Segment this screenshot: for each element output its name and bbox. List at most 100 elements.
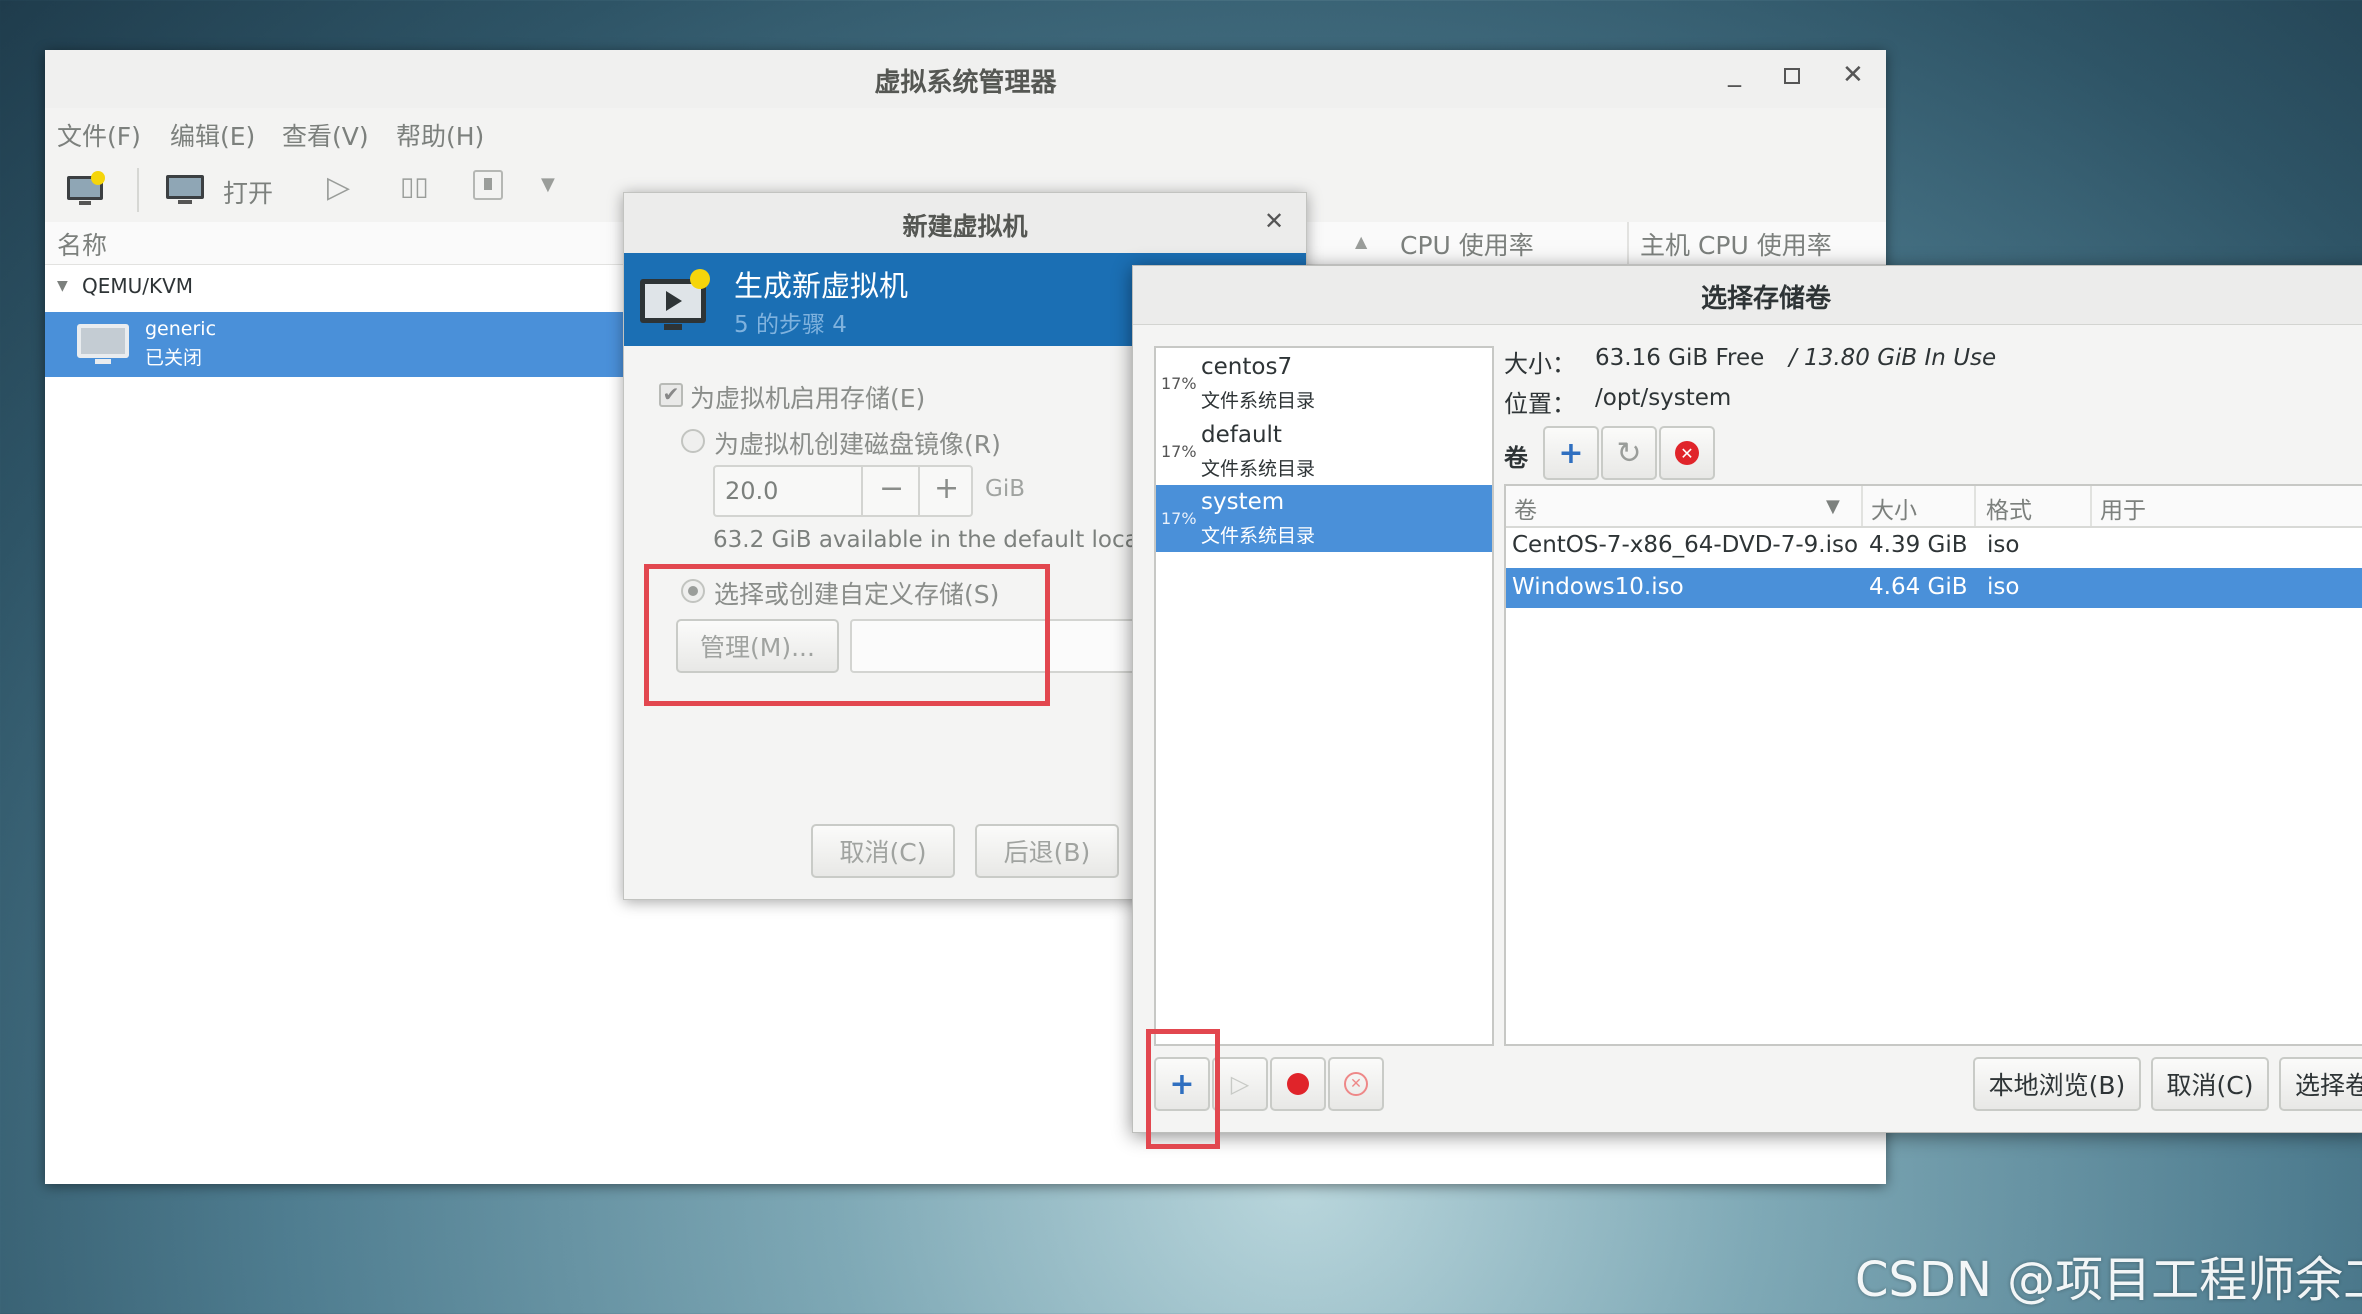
add-volume-button[interactable]: + bbox=[1543, 426, 1599, 480]
window-title: 虚拟系统管理器 bbox=[874, 68, 1057, 98]
plus-icon: + bbox=[1558, 435, 1584, 471]
disk-size-spinner: 20.0 − + bbox=[713, 465, 973, 517]
vm-monitor-icon bbox=[75, 322, 131, 372]
volume-size: 4.39 GiB bbox=[1869, 532, 1968, 558]
enable-storage-checkbox[interactable]: ✔ bbox=[659, 383, 683, 407]
decrement-icon[interactable]: − bbox=[879, 471, 904, 506]
refresh-icon: ↻ bbox=[1616, 435, 1642, 471]
play-icon: ▷ bbox=[1230, 1070, 1250, 1098]
create-disk-radio[interactable] bbox=[681, 429, 705, 453]
title-bar: 虚拟系统管理器 _ ✕ bbox=[45, 50, 1886, 109]
chevron-down-icon: ▼ bbox=[1826, 496, 1840, 517]
delete-pool-button[interactable]: ✕ bbox=[1328, 1057, 1384, 1111]
size-inuse: / 13.80 GiB In Use bbox=[1789, 345, 1997, 371]
vm-name: generic bbox=[145, 318, 217, 340]
column-size[interactable]: 大小 bbox=[1871, 491, 1917, 525]
chevron-down-icon[interactable]: ▼ bbox=[541, 174, 555, 195]
column-volume[interactable]: 卷 bbox=[1514, 491, 1537, 525]
expander-icon[interactable]: ▼ bbox=[57, 278, 68, 294]
pool-name: default bbox=[1201, 422, 1282, 448]
size-free: 63.16 GiB Free bbox=[1595, 345, 1765, 371]
pool-item-system[interactable]: 17% system 文件系统目录 bbox=[1156, 485, 1492, 552]
volume-format: iso bbox=[1987, 532, 2020, 558]
cancel-button[interactable]: 取消(C) bbox=[2151, 1057, 2269, 1111]
volume-table-header: 卷 ▼ 大小 格式 用于 bbox=[1506, 486, 2362, 528]
vm-row[interactable]: generic 已关闭 bbox=[45, 312, 625, 377]
browse-local-button[interactable]: 本地浏览(B) bbox=[1973, 1057, 2141, 1111]
dialog-title: 新建虚拟机 bbox=[902, 212, 1028, 241]
volume-format: iso bbox=[1987, 574, 2020, 600]
delete-icon: ✕ bbox=[1675, 441, 1699, 465]
volume-name: Windows10.iso bbox=[1512, 574, 1684, 600]
pool-name: centos7 bbox=[1201, 354, 1293, 380]
record-stop-icon bbox=[1287, 1073, 1309, 1095]
table-row[interactable]: CentOS-7-x86_64-DVD-7-9.iso 4.39 GiB iso bbox=[1506, 526, 2362, 566]
disk-unit: GiB bbox=[985, 476, 1025, 502]
delete-icon: ✕ bbox=[1344, 1072, 1368, 1096]
pool-usage: 17% bbox=[1161, 374, 1197, 393]
watermark: CSDN @项目工程师余工 bbox=[1855, 1252, 2362, 1308]
new-vm-icon[interactable] bbox=[65, 170, 105, 206]
choose-storage-dialog: 选择存储卷 17% centos7 文件系统目录 17% default 文件系… bbox=[1132, 265, 2362, 1133]
menu-view[interactable]: 查看(V) bbox=[282, 117, 369, 153]
column-separator bbox=[1627, 222, 1629, 264]
choose-volume-button[interactable]: 选择卷 bbox=[2279, 1057, 2362, 1111]
cancel-button[interactable]: 取消(C) bbox=[811, 824, 955, 878]
banner-step: 5 的步骤 4 bbox=[734, 312, 847, 338]
pool-type: 文件系统目录 bbox=[1201, 525, 1316, 547]
dialog-title-bar: 新建虚拟机 ✕ bbox=[624, 193, 1306, 254]
volume-table: 卷 ▼ 大小 格式 用于 CentOS-7-x86_64-DVD-7-9.iso… bbox=[1504, 484, 2362, 1046]
pause-icon[interactable]: ▯▯ bbox=[400, 172, 429, 202]
menu-help[interactable]: 帮助(H) bbox=[396, 117, 484, 153]
pool-name: system bbox=[1201, 489, 1285, 515]
size-label: 大小： bbox=[1504, 350, 1576, 378]
connection-label[interactable]: QEMU/KVM bbox=[82, 274, 193, 298]
volumes-label: 卷 bbox=[1504, 444, 1528, 472]
dialog-title-bar: 选择存储卷 bbox=[1133, 266, 2362, 325]
new-vm-banner-icon bbox=[638, 267, 714, 337]
open-button[interactable]: 打开 bbox=[223, 174, 273, 210]
highlight-custom-storage bbox=[644, 564, 1050, 706]
disk-size-input[interactable]: 20.0 bbox=[725, 477, 778, 505]
location-label: 位置： bbox=[1504, 390, 1576, 418]
enable-storage-label: 为虚拟机启用存储(E) bbox=[690, 384, 926, 413]
banner-title: 生成新虚拟机 bbox=[734, 269, 909, 303]
pool-type: 文件系统目录 bbox=[1201, 458, 1316, 480]
start-pool-button[interactable]: ▷ bbox=[1212, 1057, 1268, 1111]
pool-item-centos7[interactable]: 17% centos7 文件系统目录 bbox=[1156, 350, 1492, 417]
increment-icon[interactable]: + bbox=[934, 471, 959, 506]
menu-edit[interactable]: 编辑(E) bbox=[170, 117, 255, 153]
column-cpu[interactable]: CPU 使用率 bbox=[1400, 226, 1534, 262]
volume-name: CentOS-7-x86_64-DVD-7-9.iso bbox=[1512, 532, 1859, 558]
pool-item-default[interactable]: 17% default 文件系统目录 bbox=[1156, 418, 1492, 485]
volume-size: 4.64 GiB bbox=[1869, 574, 1968, 600]
column-format[interactable]: 格式 bbox=[1986, 491, 2032, 525]
create-disk-label: 为虚拟机创建磁盘镜像(R) bbox=[714, 430, 1001, 459]
toolbar-separator bbox=[137, 168, 139, 212]
shutdown-icon[interactable] bbox=[473, 170, 503, 200]
sort-up-icon: ▲ bbox=[1355, 232, 1368, 251]
back-button[interactable]: 后退(B) bbox=[975, 824, 1119, 878]
column-name[interactable]: 名称 bbox=[57, 226, 107, 262]
refresh-volumes-button[interactable]: ↻ bbox=[1601, 426, 1657, 480]
vm-status: 已关闭 bbox=[145, 347, 203, 369]
delete-volume-button[interactable]: ✕ bbox=[1659, 426, 1715, 480]
dialog-title: 选择存储卷 bbox=[1701, 284, 1832, 314]
pool-type: 文件系统目录 bbox=[1201, 390, 1316, 412]
minimize-icon[interactable]: _ bbox=[1728, 58, 1741, 88]
pool-list: 17% centos7 文件系统目录 17% default 文件系统目录 17… bbox=[1154, 346, 1494, 1046]
maximize-icon[interactable] bbox=[1784, 68, 1800, 84]
pool-usage: 17% bbox=[1161, 442, 1197, 461]
column-host-cpu[interactable]: 主机 CPU 使用率 bbox=[1640, 226, 1832, 262]
close-icon[interactable]: ✕ bbox=[1842, 60, 1864, 90]
stop-pool-button[interactable] bbox=[1270, 1057, 1326, 1111]
table-row[interactable]: Windows10.iso 4.64 GiB iso bbox=[1506, 568, 2362, 608]
monitor-icon[interactable] bbox=[165, 172, 205, 212]
column-used-by[interactable]: 用于 bbox=[2100, 491, 2146, 525]
close-icon[interactable]: ✕ bbox=[1264, 207, 1284, 235]
run-icon[interactable]: ▷ bbox=[327, 170, 350, 205]
pool-usage: 17% bbox=[1161, 509, 1197, 528]
location-value: /opt/system bbox=[1595, 385, 1732, 411]
menu-file[interactable]: 文件(F) bbox=[57, 117, 141, 153]
highlight-add-pool bbox=[1146, 1029, 1220, 1149]
